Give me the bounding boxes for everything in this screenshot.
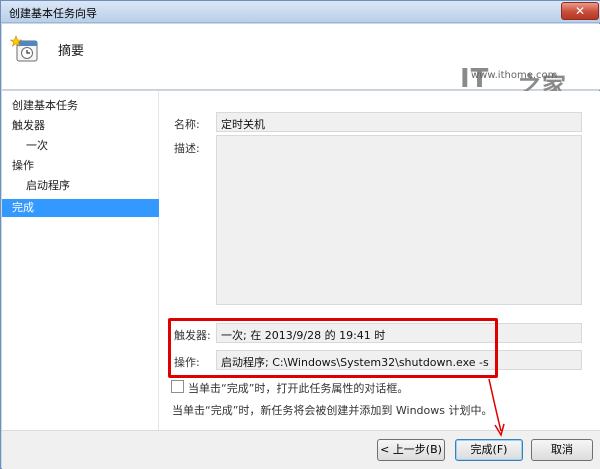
steps-pane: 创建基本任务 触发器 一次 操作 启动程序 完成 (2, 91, 159, 430)
back-button[interactable]: < 上一步(B) (377, 439, 445, 461)
cancel-button[interactable]: 取消 (531, 439, 593, 461)
page-title: 摘要 (58, 44, 85, 59)
open-properties-checkbox[interactable] (171, 380, 184, 393)
name-field: 定时关机 (216, 112, 582, 132)
description-label: 描述: (174, 142, 200, 155)
close-button[interactable]: ✕ (561, 2, 599, 20)
step-once[interactable]: 一次 (2, 137, 159, 155)
step-finish[interactable]: 完成 (2, 199, 159, 217)
calendar-star-icon (10, 35, 38, 62)
finish-info-text: 当单击“完成”时，新任务将会被创建并添加到 Windows 计划中。 (172, 404, 493, 417)
description-field (216, 135, 582, 305)
open-properties-label[interactable]: 当单击“完成”时，打开此任务属性的对话框。 (188, 380, 408, 396)
step-create-basic-task[interactable]: 创建基本任务 (2, 97, 159, 115)
finish-button[interactable]: 完成(F) (455, 439, 523, 461)
step-action[interactable]: 操作 (2, 157, 159, 175)
site-url: www.ithome.com (471, 70, 558, 81)
annotation-highlight-box (168, 318, 498, 378)
wizard-window: 创建基本任务向导 ✕ 摘要 IT 之家 www.ithome.com 创建基本任… (0, 0, 600, 469)
step-start-program[interactable]: 启动程序 (2, 177, 159, 195)
title-bar[interactable]: 创建基本任务向导 ✕ (1, 1, 600, 23)
annotation-arrow-icon (488, 378, 505, 437)
name-label: 名称: (174, 118, 200, 131)
window-title: 创建基本任务向导 (9, 7, 97, 20)
step-trigger[interactable]: 触发器 (2, 117, 159, 135)
